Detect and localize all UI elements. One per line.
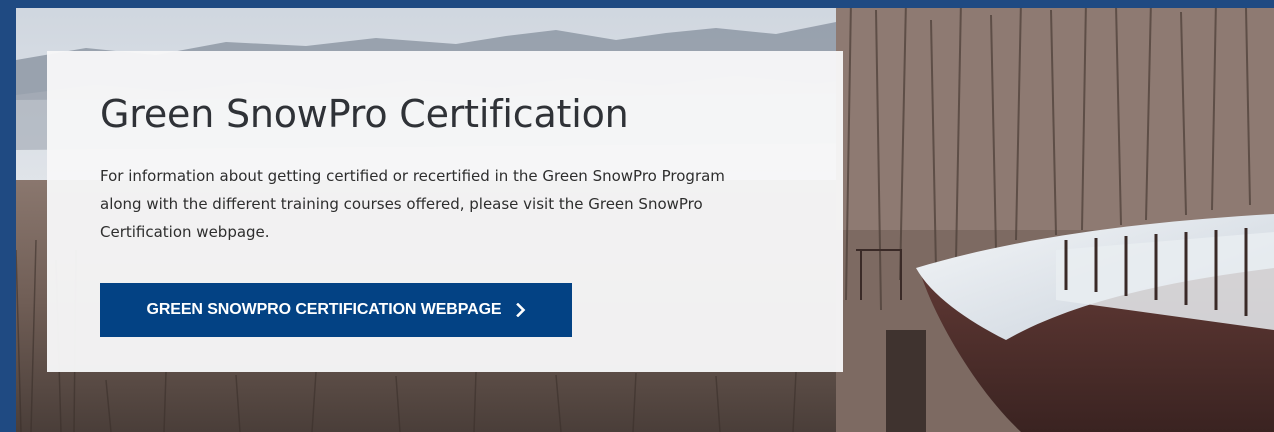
section-description: For information about getting certified … <box>100 167 725 241</box>
certification-webpage-button[interactable]: GREEN SNOWPRO CERTIFICATION WEBPAGE <box>100 283 572 337</box>
certification-hero: Green SnowPro Certification For informat… <box>16 0 1274 432</box>
certification-webpage-button-label: GREEN SNOWPRO CERTIFICATION WEBPAGE <box>146 301 502 318</box>
certification-card: Green SnowPro Certification For informat… <box>47 51 843 372</box>
section-title: Green SnowPro Certification <box>100 92 629 136</box>
page-frame: Green SnowPro Certification For informat… <box>0 0 1274 432</box>
chevron-right-icon <box>515 302 526 318</box>
